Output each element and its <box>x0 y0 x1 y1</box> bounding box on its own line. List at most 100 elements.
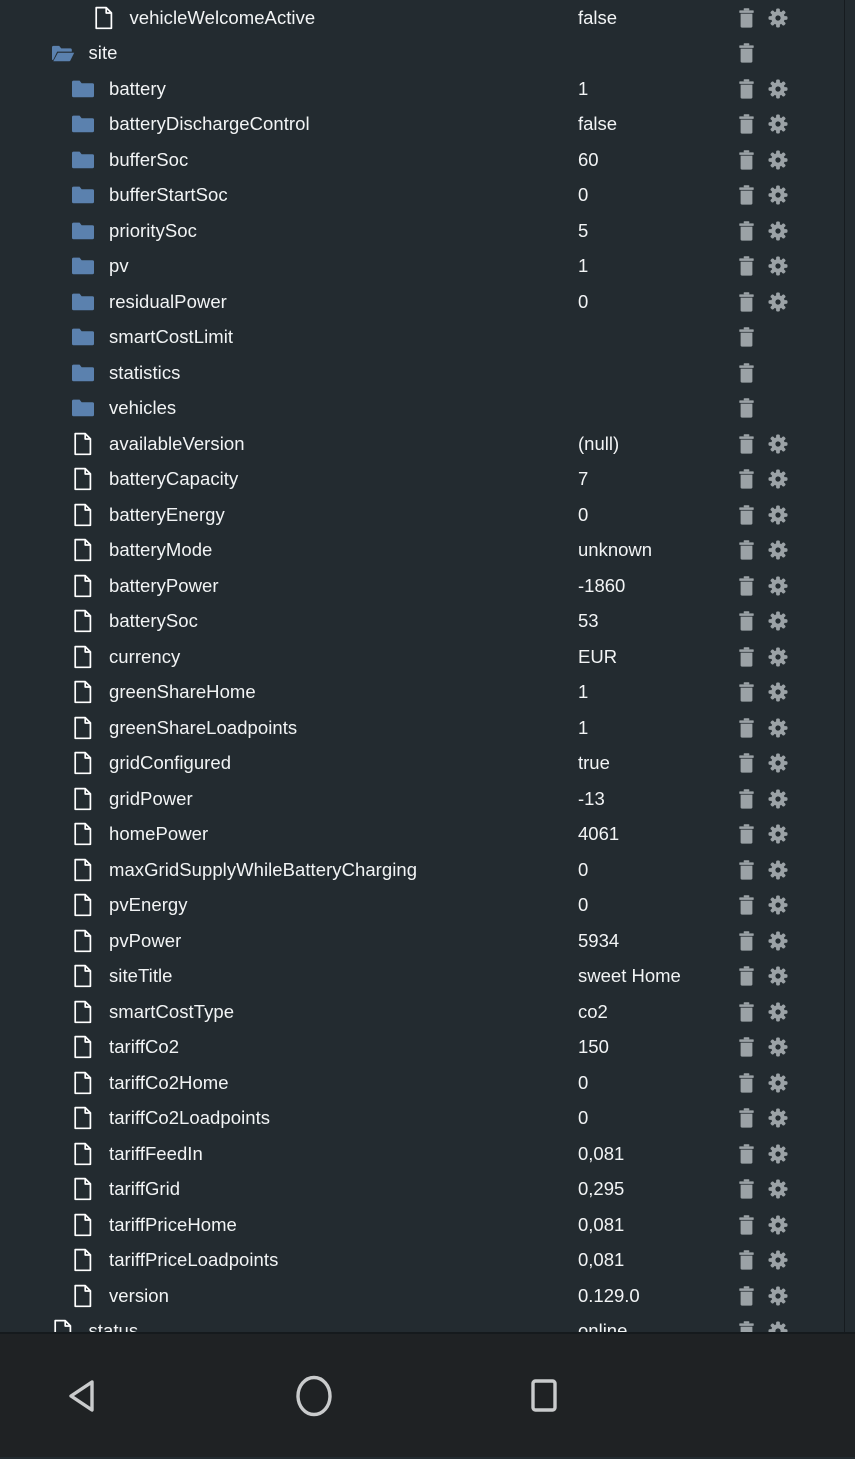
file-icon[interactable] <box>69 679 97 705</box>
trash-icon[interactable] <box>736 433 756 455</box>
tree-row[interactable]: siteTitle sweet Home <box>0 959 855 995</box>
trash-icon[interactable] <box>736 965 756 987</box>
tree-row-name[interactable]: statistics <box>69 360 180 386</box>
gear-icon[interactable] <box>768 859 788 881</box>
trash-icon[interactable] <box>736 539 756 561</box>
trash-icon[interactable] <box>736 468 756 490</box>
gear-icon[interactable] <box>768 113 788 135</box>
trash-icon[interactable] <box>736 575 756 597</box>
file-icon[interactable] <box>69 1283 97 1309</box>
gear-icon[interactable] <box>768 539 788 561</box>
tree-row-name[interactable]: pvEnergy <box>69 892 188 918</box>
tree-row-name[interactable]: batteryCapacity <box>69 466 238 492</box>
tree-row[interactable]: tariffPriceHome 0,081 <box>0 1207 855 1243</box>
tree-row[interactable]: homePower 4061 <box>0 817 855 853</box>
gear-icon[interactable] <box>768 823 788 845</box>
tree-list[interactable]: vehicleWelcomeActive false site battery 1 bat… <box>0 0 855 1334</box>
trash-icon[interactable] <box>736 894 756 916</box>
tree-row[interactable]: currency EUR <box>0 639 855 675</box>
folder-open-icon[interactable] <box>49 40 77 66</box>
trash-icon[interactable] <box>736 1320 756 1332</box>
trash-icon[interactable] <box>736 255 756 277</box>
gear-icon[interactable] <box>768 1178 788 1200</box>
file-icon[interactable] <box>69 431 97 457</box>
trash-icon[interactable] <box>736 1072 756 1094</box>
gear-icon[interactable] <box>768 681 788 703</box>
trash-icon[interactable] <box>736 930 756 952</box>
gear-icon[interactable] <box>768 255 788 277</box>
gear-icon[interactable] <box>768 184 788 206</box>
tree-row-name[interactable]: batteryPower <box>69 573 219 599</box>
trash-icon[interactable] <box>736 7 756 29</box>
gear-icon[interactable] <box>768 1214 788 1236</box>
tree-row-name[interactable]: greenShareLoadpoints <box>69 715 297 741</box>
trash-icon[interactable] <box>736 184 756 206</box>
trash-icon[interactable] <box>736 362 756 384</box>
gear-icon[interactable] <box>768 468 788 490</box>
trash-icon[interactable] <box>736 113 756 135</box>
gear-icon[interactable] <box>768 78 788 100</box>
file-icon[interactable] <box>69 1141 97 1167</box>
trash-icon[interactable] <box>736 504 756 526</box>
folder-icon[interactable] <box>69 182 97 208</box>
file-icon[interactable] <box>69 1070 97 1096</box>
file-icon[interactable] <box>69 573 97 599</box>
file-icon[interactable] <box>69 1212 97 1238</box>
gear-icon[interactable] <box>768 504 788 526</box>
file-icon[interactable] <box>49 1318 77 1332</box>
gear-icon[interactable] <box>768 1072 788 1094</box>
file-icon[interactable] <box>69 1034 97 1060</box>
folder-icon[interactable] <box>69 360 97 386</box>
trash-icon[interactable] <box>736 610 756 632</box>
tree-row-name[interactable]: greenShareHome <box>69 679 256 705</box>
tree-row-name[interactable]: pvPower <box>69 928 181 954</box>
file-icon[interactable] <box>69 608 97 634</box>
folder-icon[interactable] <box>69 147 97 173</box>
trash-icon[interactable] <box>736 681 756 703</box>
tree-row[interactable]: tariffFeedIn 0,081 <box>0 1136 855 1172</box>
tree-row-name[interactable]: bufferSoc <box>69 147 188 173</box>
file-icon[interactable] <box>69 963 97 989</box>
tree-row-name[interactable]: tariffGrid <box>69 1176 180 1202</box>
tree-row[interactable]: batteryEnergy 0 <box>0 497 855 533</box>
tree-row[interactable]: vehicleWelcomeActive false <box>0 0 855 36</box>
tree-row[interactable]: battery 1 <box>0 71 855 107</box>
tree-row[interactable]: batteryPower -1860 <box>0 568 855 604</box>
tree-row[interactable]: smartCostType co2 <box>0 994 855 1030</box>
tree-row-name[interactable]: tariffPriceLoadpoints <box>69 1247 278 1273</box>
tree-row[interactable]: statistics <box>0 355 855 391</box>
folder-icon[interactable] <box>69 111 97 137</box>
tree-row-name[interactable]: batteryMode <box>69 537 212 563</box>
gear-icon[interactable] <box>768 291 788 313</box>
tree-row-name[interactable]: gridConfigured <box>69 750 231 776</box>
tree-row-name[interactable]: smartCostLimit <box>69 324 233 350</box>
tree-row-name[interactable]: prioritySoc <box>69 218 197 244</box>
tree-row-name[interactable]: batteryEnergy <box>69 502 225 528</box>
tree-row-name[interactable]: vehicles <box>69 395 176 421</box>
tree-row[interactable]: tariffPriceLoadpoints 0,081 <box>0 1243 855 1279</box>
tree-row-name[interactable]: gridPower <box>69 786 193 812</box>
gear-icon[interactable] <box>768 1036 788 1058</box>
trash-icon[interactable] <box>736 291 756 313</box>
trash-icon[interactable] <box>736 1143 756 1165</box>
file-icon[interactable] <box>69 928 97 954</box>
gear-icon[interactable] <box>768 1001 788 1023</box>
file-icon[interactable] <box>90 5 118 31</box>
tree-row-name[interactable]: tariffCo2Home <box>69 1070 229 1096</box>
tree-row[interactable]: pvEnergy 0 <box>0 888 855 924</box>
file-icon[interactable] <box>69 466 97 492</box>
trash-icon[interactable] <box>736 646 756 668</box>
tree-row[interactable]: tariffCo2 150 <box>0 1030 855 1066</box>
tree-row[interactable]: bufferSoc 60 <box>0 142 855 178</box>
gear-icon[interactable] <box>768 1249 788 1271</box>
trash-icon[interactable] <box>736 149 756 171</box>
gear-icon[interactable] <box>768 788 788 810</box>
tree-row-name[interactable]: battery <box>69 76 166 102</box>
folder-icon[interactable] <box>69 253 97 279</box>
tree-row-name[interactable]: tariffPriceHome <box>69 1212 237 1238</box>
file-icon[interactable] <box>69 999 97 1025</box>
tree-row[interactable]: residualPower 0 <box>0 284 855 320</box>
tree-row[interactable]: batteryDischargeControl false <box>0 107 855 143</box>
gear-icon[interactable] <box>768 646 788 668</box>
gear-icon[interactable] <box>768 575 788 597</box>
